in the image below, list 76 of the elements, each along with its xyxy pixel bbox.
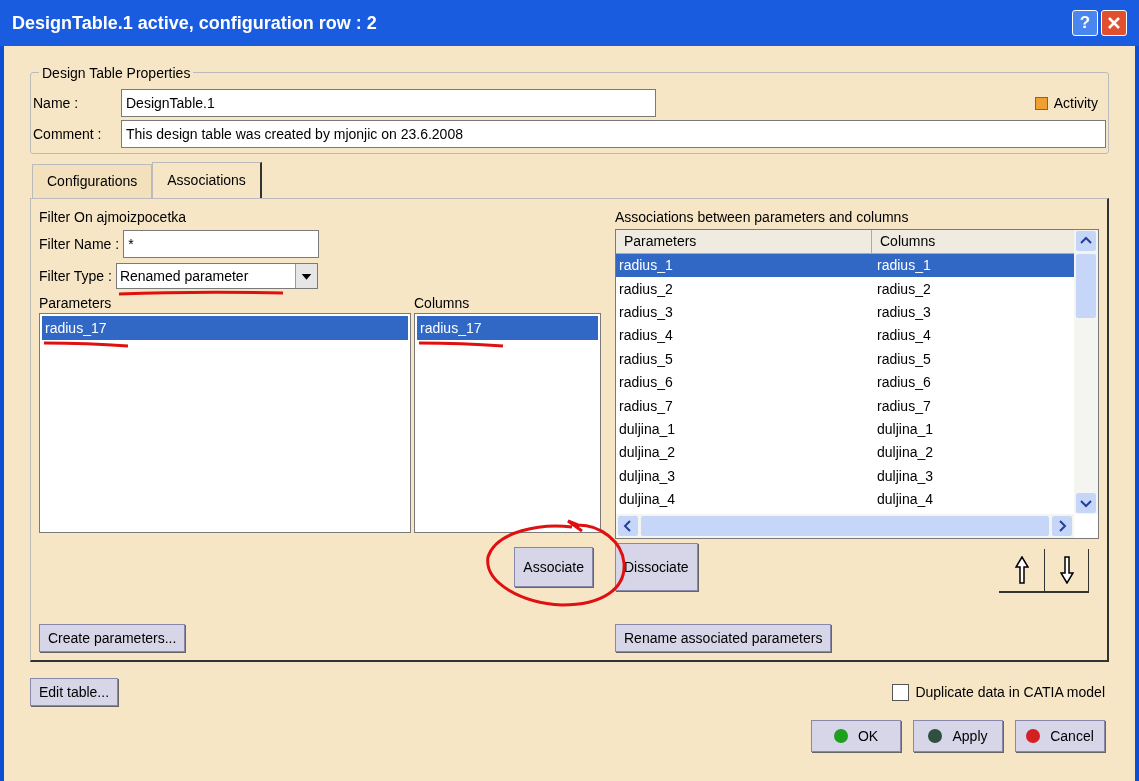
table-row[interactable]: radius_3 radius_3 [616,300,1074,325]
window-title: DesignTable.1 active, configuration row : 2 [12,11,378,35]
table-cell-text: radius_7 [618,396,674,416]
table-cell-text: radius_7 [876,396,932,416]
dissociate-button[interactable]: Dissociate [615,543,698,591]
comment-field[interactable]: This design table was created by mjonjic on 23.6.2008 [121,120,1106,148]
table-row[interactable]: radius_2 radius_2 [616,277,1074,301]
activity-checkbox[interactable] [1034,96,1048,110]
scroll-right-icon[interactable] [1051,515,1073,537]
filter-type-label: Filter Type : [39,266,112,286]
associate-button[interactable]: Associate [514,547,593,587]
table-row[interactable]: duljina_4 duljina_4 [616,487,1074,512]
table-cell-text: radius_2 [618,279,674,299]
up-arrow-icon [1014,556,1029,584]
filter-name-field[interactable]: * [123,230,320,258]
table-cell-text: radius_5 [876,349,932,369]
table-cell-text: duljina_3 [876,466,935,486]
column-header[interactable]: Parameters [616,230,872,253]
table-row[interactable]: radius_1 radius_1 [616,254,1074,278]
table-cell-text: duljina_4 [618,490,677,510]
table-cell-text: radius_4 [876,326,932,346]
scroll-down-icon[interactable] [1075,492,1097,514]
dialog-button[interactable]: OK [811,720,901,752]
table-cell-text: radius_5 [618,349,674,369]
table-cell-text: radius_4 [618,326,674,346]
table-cell-text: duljina_4 [876,490,935,510]
columns-heading: Columns [414,294,470,313]
tab[interactable]: Associations [152,162,262,198]
duplicate-checkbox[interactable] [892,683,910,701]
name-label: Name : [33,93,80,113]
down-arrow-icon [1059,556,1074,584]
table-cell-text: duljina_2 [618,443,677,463]
scroll-left-icon[interactable] [617,515,639,537]
activity-label: Activity [1053,93,1098,113]
scroll-thumb[interactable] [1076,254,1096,318]
table-cell-text: radius_6 [876,373,932,393]
help-button[interactable]: ? [1072,10,1098,36]
vertical-scrollbar[interactable] [1074,230,1098,514]
close-icon [1107,16,1121,30]
table-cell-text: radius_6 [618,373,674,393]
table-row[interactable]: duljina_2 duljina_2 [616,441,1074,465]
horizontal-scrollbar[interactable] [616,514,1074,538]
table-row[interactable]: radius_6 radius_6 [616,370,1074,395]
table-cell-text: radius_1 [876,256,932,276]
rename-parameters-button[interactable]: Rename associated parameters [615,624,832,652]
parameters-heading: Parameters [39,294,112,313]
scroll-thumb[interactable] [641,516,1049,536]
scroll-up-icon[interactable] [1075,230,1097,252]
table-cell-text: duljina_1 [618,419,677,439]
associations-title: Associations between parameters and columns [615,208,910,227]
comment-label: Comment : [33,124,103,144]
table-row[interactable]: radius_4 radius_4 [616,324,1074,348]
table-row[interactable]: radius_7 radius_7 [616,394,1074,418]
table-cell-text: radius_3 [876,302,932,322]
column-header[interactable]: Columns [872,230,1074,253]
dialog-button[interactable]: Apply [913,720,1003,752]
name-field[interactable]: DesignTable.1 [121,89,656,117]
table-row[interactable]: radius_5 radius_5 [616,347,1074,371]
table-cell-text: duljina_1 [876,419,935,439]
tab[interactable]: Configurations [32,164,153,198]
table-row[interactable]: duljina_3 duljina_3 [616,464,1074,488]
table-cell-text: duljina_2 [876,443,935,463]
table-row[interactable]: duljina_1 duljina_1 [616,417,1074,442]
duplicate-label: Duplicate data in CATIA model [915,682,1105,702]
filter-name-label: Filter Name : [39,234,120,254]
table-cell-text: duljina_3 [618,466,677,486]
table-cell-text: radius_1 [618,256,674,276]
table-cell-text: radius_2 [876,279,932,299]
move-up-button[interactable] [999,549,1045,593]
close-button[interactable] [1101,10,1127,36]
table-cell-text: radius_3 [618,302,674,322]
dialog-button[interactable]: Cancel [1015,720,1105,752]
create-parameters-button[interactable]: Create parameters... [39,624,186,652]
filter-title: Filter On ajmoizpocetka [39,208,187,227]
edit-table-button[interactable]: Edit table... [30,678,119,706]
move-down-button[interactable] [1045,549,1089,593]
